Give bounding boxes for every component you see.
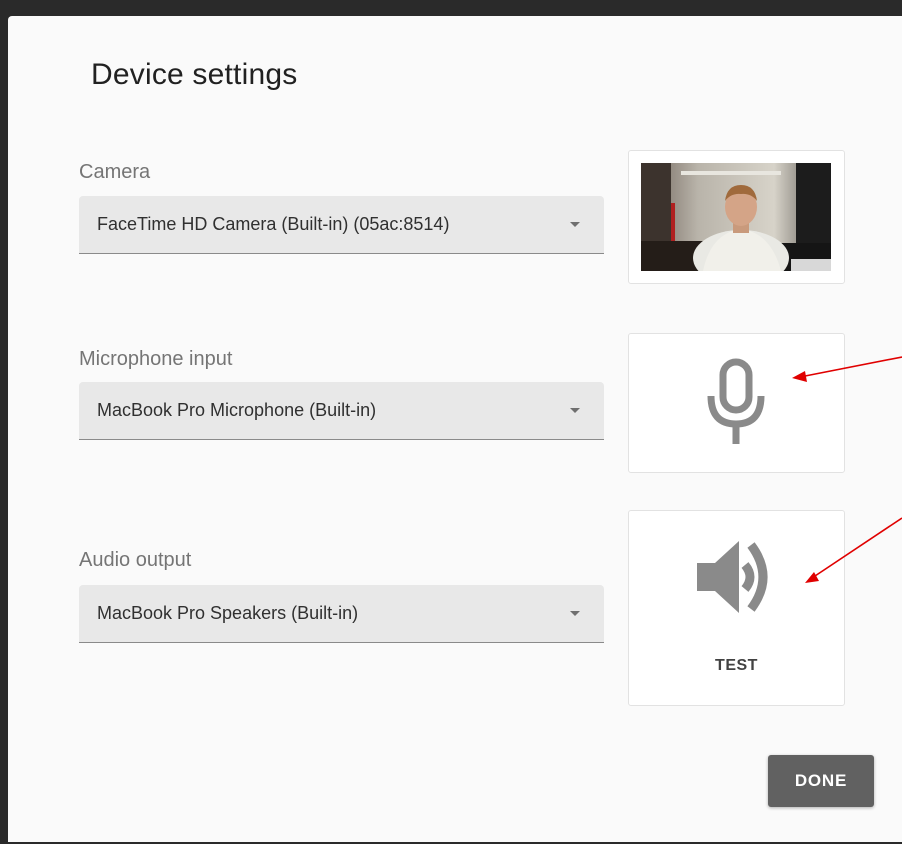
done-button[interactable]: DONE [768, 755, 874, 807]
test-label: TEST [715, 657, 758, 674]
test-speaker-button[interactable]: TEST [628, 510, 845, 706]
microphone-label: Microphone input [79, 348, 233, 370]
dialog-title: Device settings [91, 58, 298, 91]
microphone-select-value: MacBook Pro Microphone (Built-in) [97, 400, 377, 420]
chevron-down-icon [570, 222, 580, 227]
device-settings-dialog: Device settings Camera FaceTime HD Camer… [8, 16, 902, 842]
camera-label: Camera [79, 161, 151, 183]
chevron-down-icon [570, 408, 580, 413]
microphone-select[interactable]: MacBook Pro Microphone (Built-in) [79, 382, 604, 440]
camera-preview-card [628, 150, 845, 284]
camera-preview-image [641, 163, 831, 271]
camera-select[interactable]: FaceTime HD Camera (Built-in) (05ac:8514… [79, 196, 604, 254]
chevron-down-icon [570, 611, 580, 616]
audio-output-select[interactable]: MacBook Pro Speakers (Built-in) [79, 585, 604, 643]
microphone-level-card [628, 333, 845, 473]
speaker-icon [697, 541, 768, 613]
microphone-icon [707, 358, 765, 444]
audio-output-label: Audio output [79, 549, 192, 571]
camera-select-value: FaceTime HD Camera (Built-in) (05ac:8514… [97, 214, 450, 234]
audio-output-select-value: MacBook Pro Speakers (Built-in) [97, 603, 359, 623]
